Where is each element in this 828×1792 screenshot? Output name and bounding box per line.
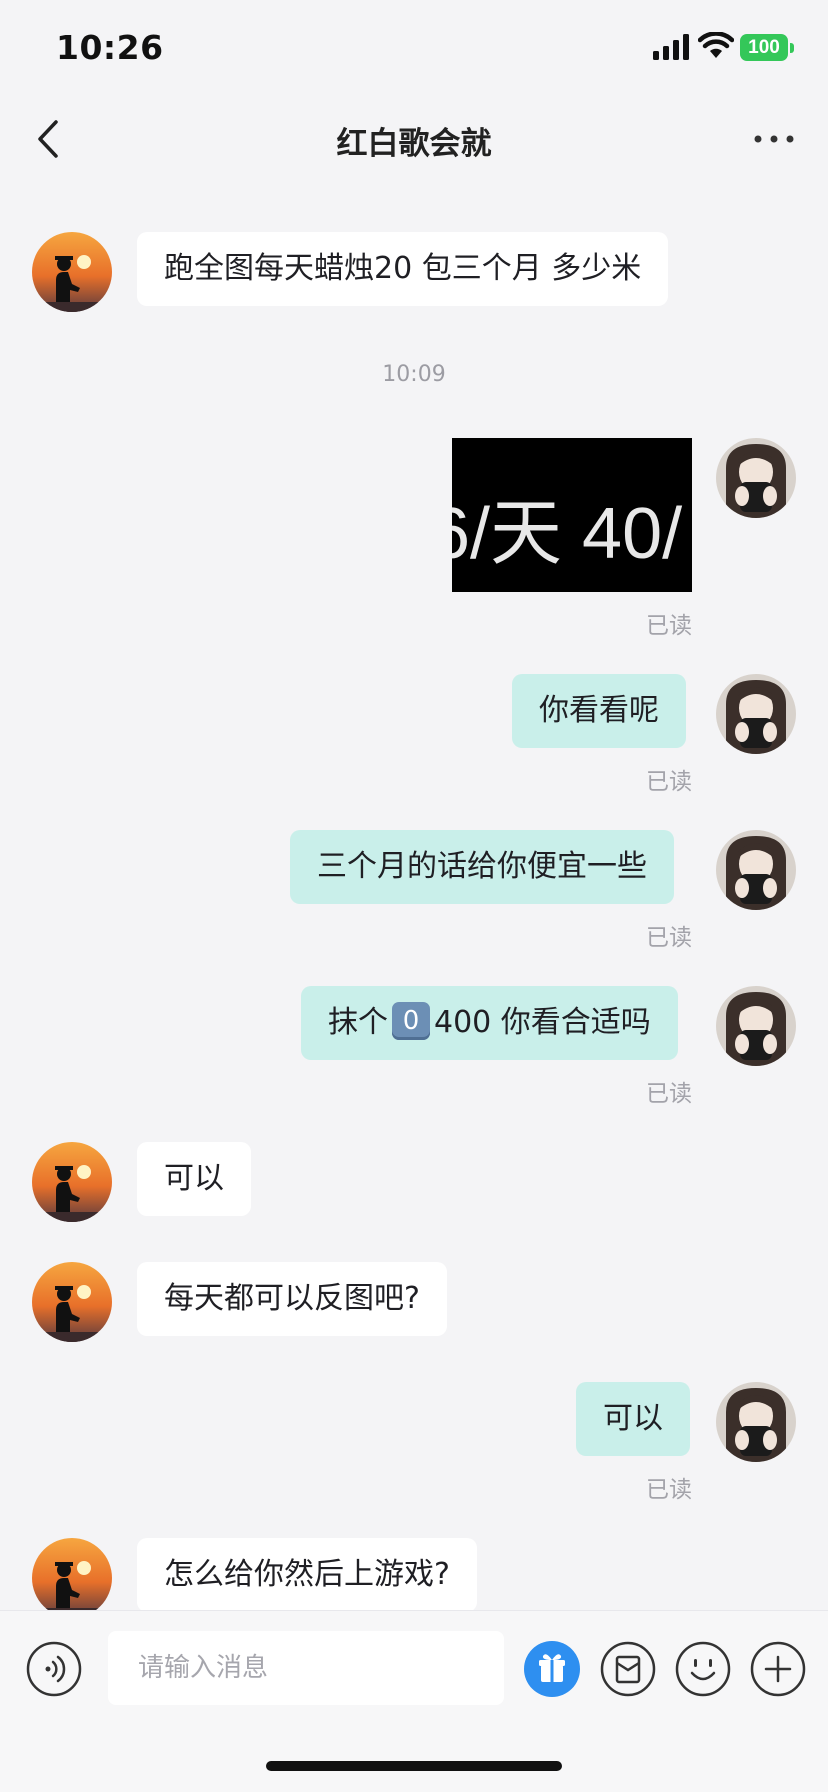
contact-avatar[interactable]	[32, 232, 112, 312]
message-bubble-incoming[interactable]: 跑全图每天蜡烛20 包三个月 多少米	[137, 232, 669, 306]
image-message-text: 6/天 40/	[452, 494, 683, 574]
home-indicator	[266, 1761, 562, 1771]
read-receipt: 已读	[646, 769, 692, 795]
time-divider: 10:09	[382, 362, 446, 387]
status-bar: 10:26 100	[0, 0, 828, 96]
my-avatar[interactable]	[716, 674, 796, 754]
battery-level: 100	[740, 34, 788, 61]
message-bubble-outgoing[interactable]: 三个月的话给你便宜一些	[290, 830, 674, 904]
emoji-icon	[675, 1641, 731, 1697]
wallet-icon	[600, 1641, 656, 1697]
plus-button[interactable]	[750, 1641, 806, 1697]
message-bubble-outgoing[interactable]: 可以	[576, 1382, 690, 1456]
ellipsis-icon	[754, 135, 794, 143]
message-text: 抹个	[328, 1005, 388, 1040]
read-receipt: 已读	[646, 1477, 692, 1503]
chat-screen: 10:26 100 红白歌会就 跑全图每天蜡烛20 包三个月 多少米 10:09…	[0, 0, 828, 1792]
voice-icon	[26, 1641, 82, 1697]
my-avatar[interactable]	[716, 830, 796, 910]
signal-icon	[653, 34, 689, 60]
message-text: 400 你看合适吗	[434, 1005, 651, 1040]
contact-avatar[interactable]	[32, 1262, 112, 1342]
more-options-button[interactable]	[752, 124, 796, 154]
battery-icon: 100	[740, 34, 794, 61]
status-time: 10:26	[56, 28, 164, 67]
image-message[interactable]: 6/天 40/	[452, 438, 692, 592]
chat-title: 红白歌会就	[336, 126, 492, 162]
message-bubble-outgoing[interactable]: 抹个 0 400 你看合适吗	[301, 986, 678, 1060]
gift-button[interactable]	[524, 1641, 580, 1697]
read-receipt: 已读	[646, 925, 692, 951]
contact-avatar[interactable]	[32, 1142, 112, 1222]
wallet-button[interactable]	[600, 1641, 656, 1697]
message-bubble-incoming[interactable]: 怎么给你然后上游戏?	[137, 1538, 477, 1612]
wifi-icon	[698, 32, 734, 58]
emoji-button[interactable]	[675, 1641, 731, 1697]
voice-button[interactable]	[26, 1641, 82, 1697]
message-input[interactable]	[108, 1631, 504, 1705]
message-bubble-incoming[interactable]: 每天都可以反图吧?	[137, 1262, 447, 1336]
message-bubble-outgoing[interactable]: 你看看呢	[512, 674, 686, 748]
message-bubble-incoming[interactable]: 可以	[137, 1142, 251, 1216]
nav-bar: 红白歌会就	[0, 96, 828, 186]
input-bar	[0, 1610, 828, 1792]
plus-icon	[750, 1641, 806, 1697]
keycap-zero-emoji: 0	[392, 1001, 430, 1040]
my-avatar[interactable]	[716, 986, 796, 1066]
read-receipt: 已读	[646, 613, 692, 639]
my-avatar[interactable]	[716, 438, 796, 518]
gift-icon	[539, 1654, 565, 1682]
read-receipt: 已读	[646, 1081, 692, 1107]
my-avatar[interactable]	[716, 1382, 796, 1462]
contact-avatar[interactable]	[32, 1538, 112, 1618]
